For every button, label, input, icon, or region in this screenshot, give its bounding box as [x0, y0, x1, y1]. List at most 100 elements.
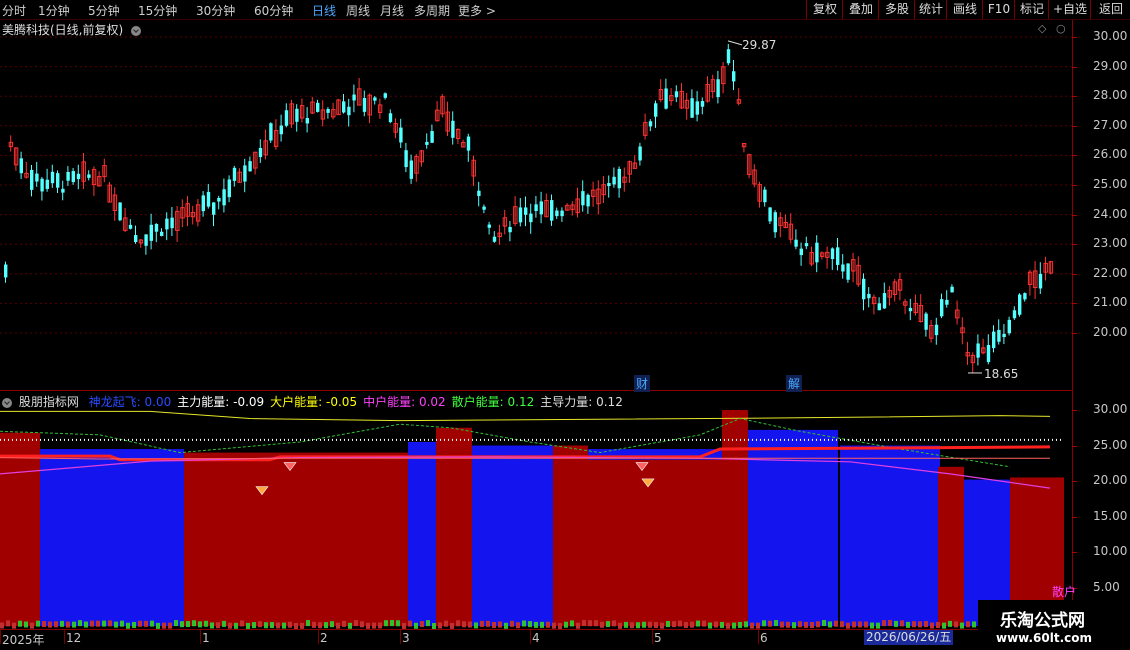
- candle: [976, 334, 980, 366]
- watermark-logo: 乐淘公式网 www.60lt.com: [978, 600, 1130, 650]
- candle: [388, 109, 393, 124]
- candle: [763, 186, 767, 207]
- indicator-tick-label: 20.00: [1093, 473, 1128, 487]
- volume-tick: [102, 620, 106, 627]
- energy-block-red: [938, 466, 964, 626]
- volume-tick: [48, 621, 52, 628]
- volume-tick: [714, 621, 718, 628]
- price-tick: [1072, 273, 1077, 275]
- mark-button[interactable]: 标记: [1014, 0, 1049, 19]
- volume-tick: [672, 621, 676, 628]
- candle: [871, 294, 877, 315]
- candle: [305, 107, 309, 133]
- candle: [877, 297, 881, 311]
- candle: [502, 209, 508, 235]
- volume-tick: [882, 620, 886, 627]
- candle: [908, 298, 913, 321]
- period-tab-weekly[interactable]: 周线: [346, 2, 370, 19]
- period-tab-30min[interactable]: 30分钟: [196, 2, 235, 19]
- candle: [455, 128, 461, 144]
- candle: [185, 196, 190, 227]
- candle: [534, 196, 538, 218]
- statistics-button[interactable]: 统计: [914, 0, 947, 19]
- candle: [867, 287, 871, 308]
- candle: [1002, 324, 1006, 345]
- candle: [981, 338, 986, 355]
- volume-tick: [252, 622, 256, 629]
- volume-tick: [222, 620, 226, 627]
- candle: [892, 278, 898, 302]
- candle: [40, 176, 44, 201]
- volume-tick: [846, 622, 850, 629]
- volume-tick: [258, 621, 262, 628]
- candle: [1007, 316, 1011, 336]
- volume-tick: [384, 620, 388, 627]
- f10-button[interactable]: F10: [982, 0, 1015, 19]
- candle: [940, 293, 944, 319]
- multi-stock-button[interactable]: 多股: [878, 0, 915, 19]
- volume-tick: [72, 621, 76, 628]
- period-tab-monthly[interactable]: 月线: [380, 2, 404, 19]
- price-tick-label: 22.00: [1093, 265, 1128, 280]
- volume-tick: [588, 620, 592, 627]
- candle: [217, 195, 221, 210]
- period-tab-multi[interactable]: 多周期: [414, 2, 450, 19]
- candle: [1033, 261, 1038, 299]
- back-button[interactable]: 返回: [1090, 0, 1130, 19]
- candle: [160, 228, 164, 237]
- candle: [425, 133, 429, 149]
- overlay-button[interactable]: 叠加: [842, 0, 879, 19]
- volume-tick: [186, 621, 190, 628]
- candle: [815, 235, 819, 273]
- volume-tick: [690, 621, 694, 628]
- candlestick-chart[interactable]: [0, 20, 1072, 390]
- period-tab-5min[interactable]: 5分钟: [88, 2, 120, 19]
- candle: [836, 238, 840, 271]
- event-mark-finance[interactable]: 财: [634, 375, 651, 392]
- period-tab-15min[interactable]: 15分钟: [138, 2, 177, 19]
- period-tab-60min[interactable]: 60分钟: [254, 2, 293, 19]
- period-tab-fenshi[interactable]: 分时: [2, 2, 26, 19]
- add-watchlist-button[interactable]: +自选: [1048, 0, 1091, 19]
- period-tab-1min[interactable]: 1分钟: [38, 2, 70, 19]
- candle: [809, 246, 814, 267]
- volume-tick: [294, 622, 298, 629]
- indicator-chart[interactable]: [0, 391, 1072, 629]
- volume-tick: [480, 620, 484, 627]
- candle: [638, 142, 642, 166]
- candle: [492, 231, 497, 243]
- candle: [430, 124, 434, 144]
- candle: [269, 122, 273, 143]
- indicator-tick: [1072, 516, 1077, 518]
- candle: [560, 207, 564, 222]
- volume-tick: [786, 621, 790, 628]
- volume-tick: [972, 621, 976, 628]
- volume-tick: [600, 621, 604, 628]
- candle: [190, 205, 196, 225]
- volume-tick: [720, 621, 724, 628]
- volume-tick: [570, 620, 574, 627]
- candle: [409, 154, 413, 184]
- indicator-tick: [1072, 481, 1077, 482]
- candle: [934, 317, 939, 345]
- period-tab-more[interactable]: 更多 >: [458, 2, 496, 19]
- volume-tick: [156, 622, 160, 629]
- period-tab-daily[interactable]: 日线: [312, 2, 336, 19]
- time-label: 4: [532, 631, 540, 645]
- fuquan-button[interactable]: 复权: [806, 0, 843, 19]
- candle: [1018, 293, 1022, 317]
- draw-line-button[interactable]: 画线: [946, 0, 983, 19]
- candle: [497, 224, 502, 245]
- time-tick: [530, 630, 531, 644]
- volume-tick: [366, 622, 370, 629]
- volume-tick: [642, 621, 646, 628]
- event-mark-unlock[interactable]: 解: [786, 375, 803, 392]
- candle: [342, 94, 346, 114]
- watermark-title: 乐淘公式网: [1000, 611, 1085, 631]
- price-tick-label: 23.00: [1093, 236, 1128, 251]
- candle: [1012, 306, 1017, 320]
- volume-tick: [756, 622, 760, 629]
- candle: [851, 252, 856, 283]
- candle: [804, 236, 809, 250]
- yellow-line: [0, 410, 1051, 422]
